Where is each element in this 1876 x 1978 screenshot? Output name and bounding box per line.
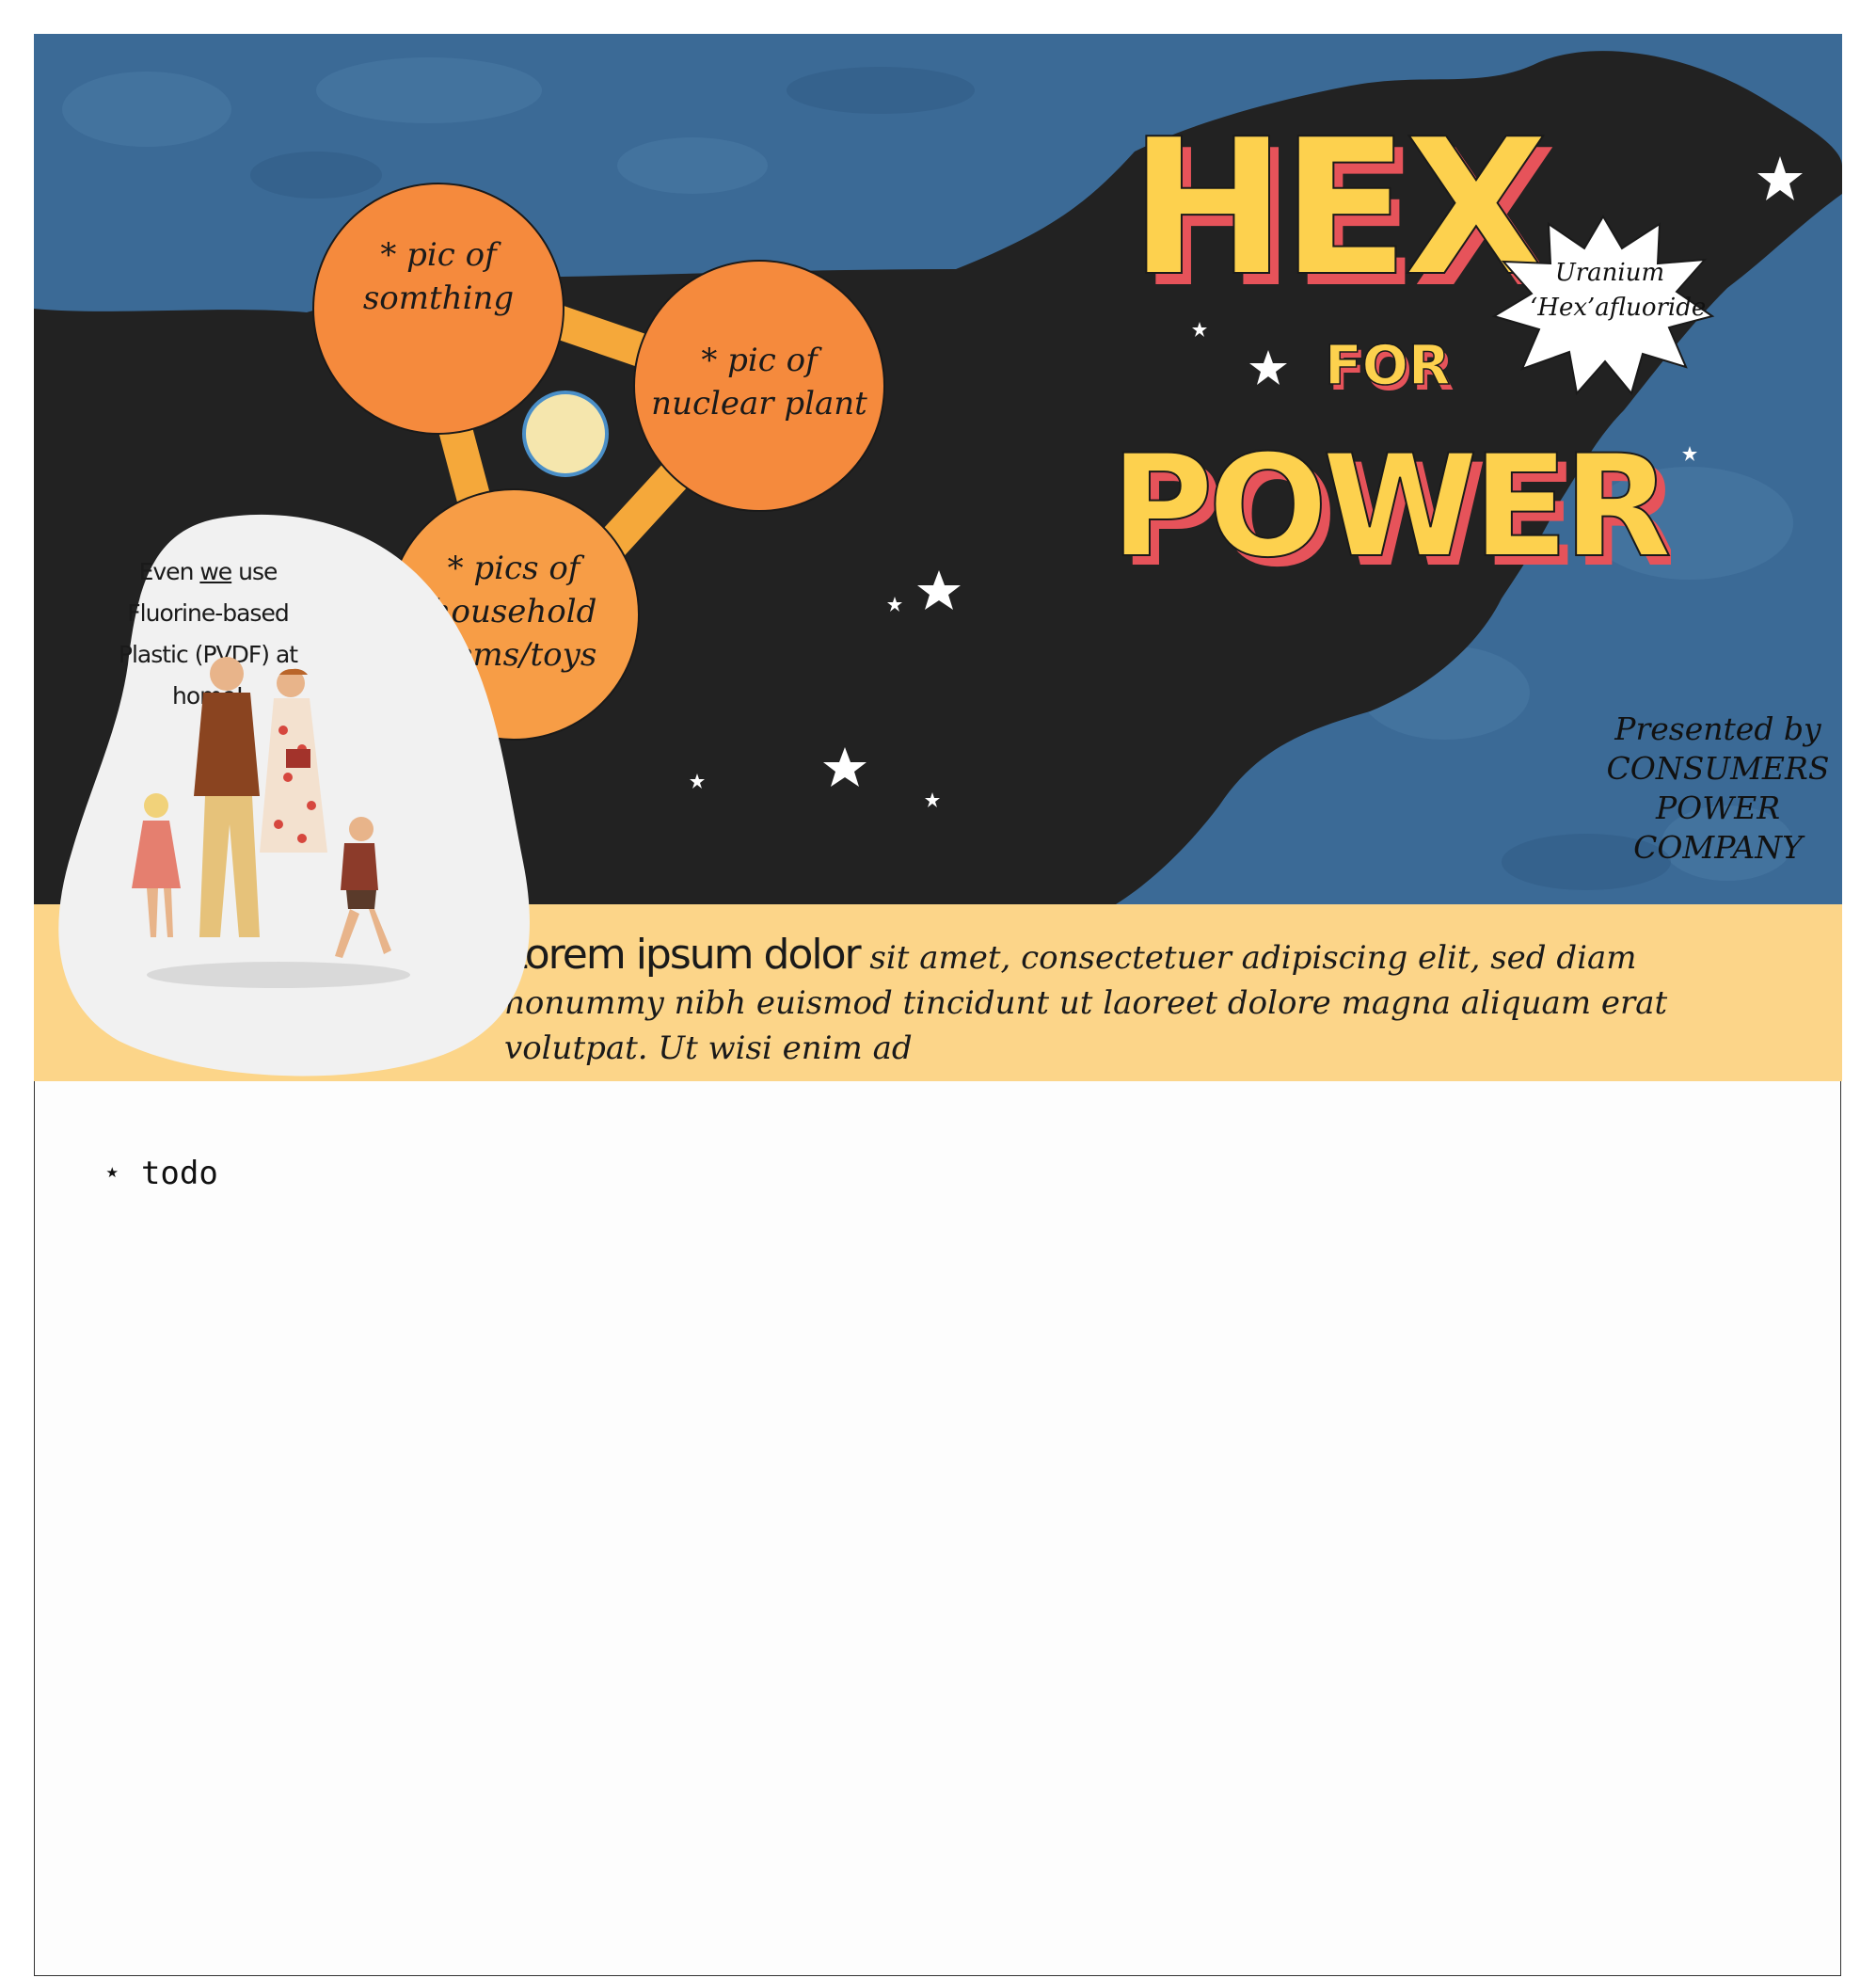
intro-text: Lorem ipsum dolor sit amet, consectetuer… — [504, 933, 1756, 1071]
presented-line-2: CONSUMERS — [1606, 750, 1830, 787]
presented-line-1: Presented by — [1614, 710, 1821, 747]
title-power: POWER — [1110, 425, 1669, 589]
burst-line-1: Uranium — [1554, 259, 1665, 287]
family-illustration — [132, 657, 410, 988]
presented-line-3: POWER — [1655, 790, 1781, 826]
presented-line-4: COMPANY — [1633, 829, 1803, 866]
hero-poster: * pic of somthing * pic of nuclear plant… — [34, 34, 1842, 1081]
presented-by: Presented by CONSUMERS POWER COMPANY — [1596, 710, 1840, 868]
content-area: ⋆ todo — [34, 1081, 1841, 1976]
circle-2-label: * pic of nuclear plant — [651, 342, 867, 423]
burst-line-2: ‘Hex’afluoride — [1530, 294, 1707, 322]
title-for: FOR — [1325, 333, 1451, 397]
todo-text: ⋆ todo — [103, 1155, 218, 1192]
circle-1-label: * pic of somthing — [362, 236, 515, 317]
caption-pre: Even — [138, 558, 200, 585]
starburst-text: Uranium ‘Hex’afluoride — [1530, 256, 1707, 326]
center-atom — [522, 391, 609, 477]
caption-emph: we — [199, 558, 232, 585]
title-hex: HEX — [1129, 99, 1546, 318]
